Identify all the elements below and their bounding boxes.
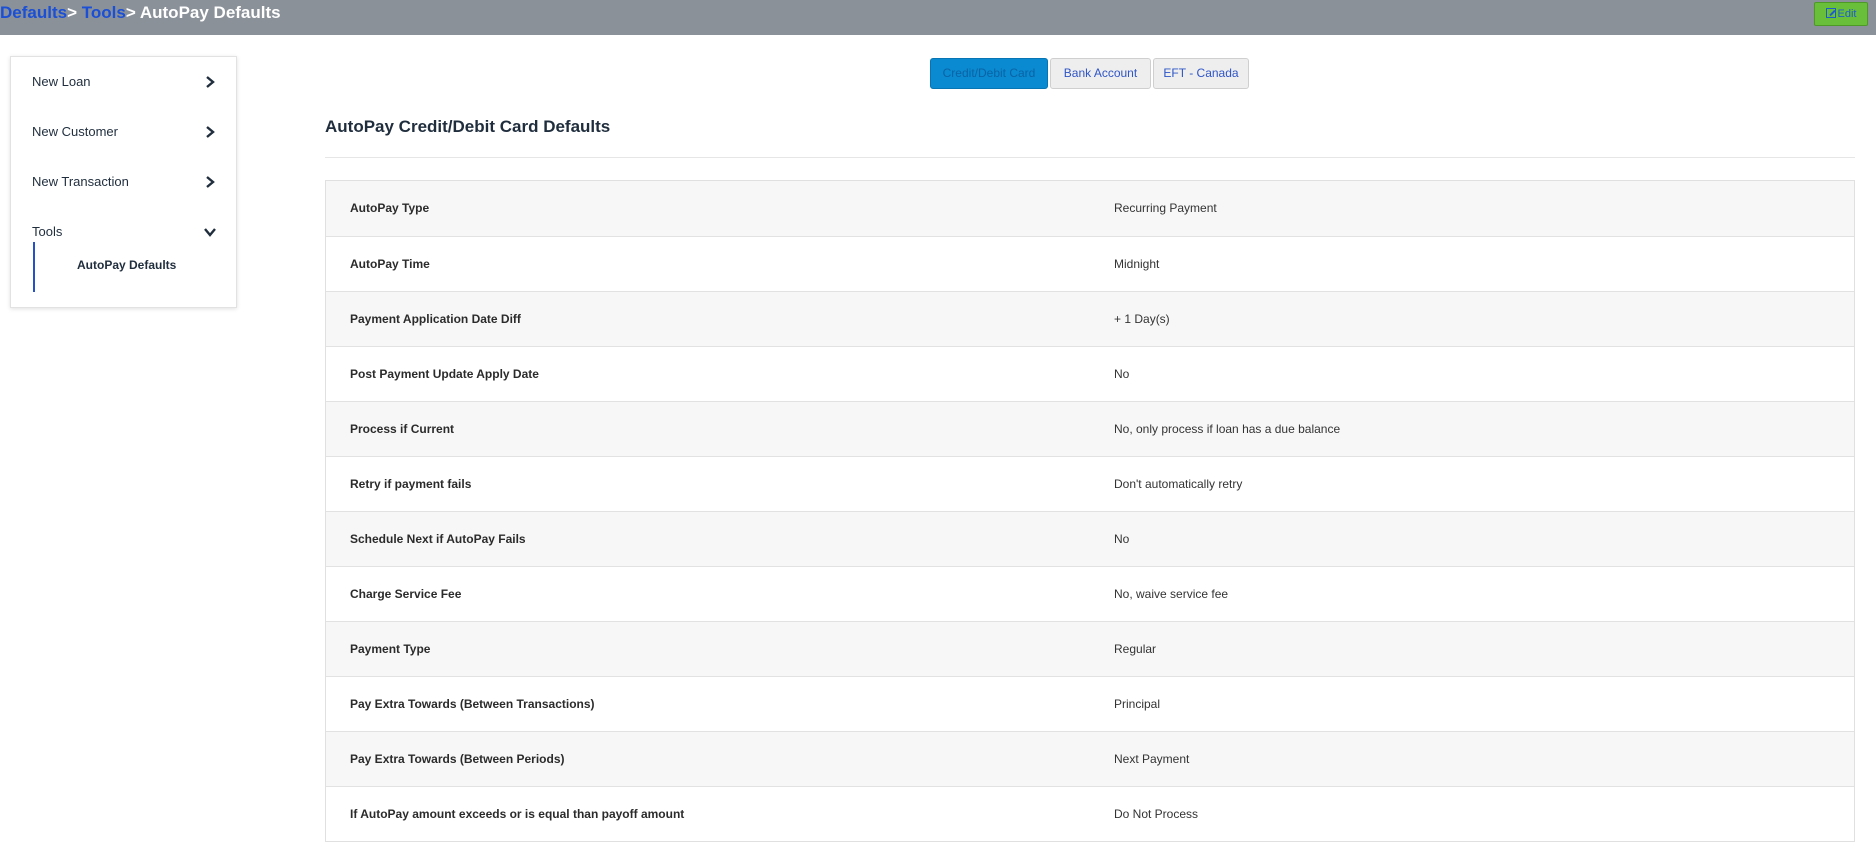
- setting-value: Next Payment: [1114, 752, 1190, 766]
- setting-value: Midnight: [1114, 257, 1160, 271]
- sidebar-item-new-customer[interactable]: New Customer: [11, 117, 236, 147]
- setting-key: Post Payment Update Apply Date: [350, 367, 539, 381]
- section-title: AutoPay Credit/Debit Card Defaults: [325, 117, 611, 136]
- breadcrumb-link-tools[interactable]: Tools: [82, 3, 126, 22]
- table-row: Process if Current No, only process if l…: [326, 401, 1854, 456]
- sidebar-item-label: Tools: [32, 224, 63, 239]
- table-row: Charge Service Fee No, waive service fee: [326, 566, 1854, 621]
- chevron-down-icon: [204, 228, 216, 237]
- edit-icon: [1825, 8, 1836, 18]
- chevron-right-icon: [206, 126, 215, 138]
- tab-eft-canada[interactable]: EFT - Canada: [1153, 58, 1249, 89]
- sidebar-item-tools[interactable]: Tools: [11, 217, 236, 247]
- setting-value: Principal: [1114, 697, 1161, 711]
- table-row: Schedule Next if AutoPay Fails No: [326, 511, 1854, 566]
- chevron-right-icon: [206, 176, 215, 188]
- table-row: If AutoPay amount exceeds or is equal th…: [326, 786, 1854, 841]
- setting-value: Do Not Process: [1114, 807, 1199, 821]
- setting-value: Don't automatically retry: [1114, 477, 1243, 491]
- sidebar-subitem-autopay-defaults[interactable]: AutoPay Defaults: [77, 258, 176, 272]
- setting-key: Payment Application Date Diff: [350, 312, 521, 326]
- table-row: Pay Extra Towards (Between Transactions)…: [326, 676, 1854, 731]
- setting-key: If AutoPay amount exceeds or is equal th…: [350, 807, 685, 821]
- breadcrumb-link-defaults[interactable]: Defaults: [0, 3, 67, 22]
- setting-key: Schedule Next if AutoPay Fails: [350, 532, 526, 546]
- table-row: AutoPay Type Recurring Payment: [326, 181, 1854, 236]
- setting-key: AutoPay Type: [350, 201, 430, 215]
- table-row: Retry if payment fails Don't automatical…: [326, 456, 1854, 511]
- setting-value: + 1 Day(s): [1114, 312, 1170, 326]
- table-row: Pay Extra Towards (Between Periods) Next…: [326, 731, 1854, 786]
- breadcrumb-current: AutoPay Defaults: [139, 3, 281, 22]
- breadcrumb: Defaults> Tools> AutoPay Defaults: [0, 2, 281, 24]
- edit-button[interactable]: Edit: [1814, 2, 1868, 26]
- chevron-right-icon: [206, 76, 215, 88]
- sidebar-item-label: New Transaction: [32, 174, 129, 189]
- setting-key: Pay Extra Towards (Between Periods): [350, 752, 565, 766]
- breadcrumb-separator: >: [125, 3, 136, 22]
- table-row: Post Payment Update Apply Date No: [326, 346, 1854, 401]
- table-row: Payment Type Regular: [326, 621, 1854, 676]
- top-bar: Defaults> Tools> AutoPay Defaults Edit: [0, 0, 1876, 35]
- table-row: AutoPay Time Midnight: [326, 236, 1854, 291]
- breadcrumb-separator: >: [67, 3, 78, 22]
- sidebar-item-label: New Loan: [32, 74, 91, 89]
- submenu-rail: [33, 242, 35, 292]
- sidebar-item-new-transaction[interactable]: New Transaction: [11, 167, 236, 197]
- setting-value: No: [1114, 532, 1130, 546]
- tab-credit-debit-card[interactable]: Credit/Debit Card: [930, 58, 1048, 89]
- setting-value: No, waive service fee: [1114, 587, 1229, 601]
- setting-key: Retry if payment fails: [350, 477, 472, 491]
- tab-bank-account[interactable]: Bank Account: [1050, 58, 1151, 89]
- setting-key: Pay Extra Towards (Between Transactions): [350, 697, 595, 711]
- sidebar: New Loan New Customer New Transaction To…: [10, 56, 237, 308]
- divider: [325, 157, 1855, 158]
- table-row: Payment Application Date Diff + 1 Day(s): [326, 291, 1854, 346]
- edit-button-label: Edit: [1837, 8, 1857, 20]
- sidebar-item-label: New Customer: [32, 124, 118, 139]
- setting-key: AutoPay Time: [350, 257, 430, 271]
- setting-key: Charge Service Fee: [350, 587, 462, 601]
- sidebar-item-new-loan[interactable]: New Loan: [11, 67, 236, 97]
- setting-value: No: [1114, 367, 1130, 381]
- setting-value: Regular: [1114, 642, 1157, 656]
- setting-value: Recurring Payment: [1114, 201, 1217, 215]
- setting-key: Payment Type: [350, 642, 431, 656]
- settings-table: AutoPay Type Recurring Payment AutoPay T…: [325, 180, 1855, 842]
- setting-key: Process if Current: [350, 422, 455, 436]
- setting-value: No, only process if loan has a due balan…: [1114, 422, 1341, 436]
